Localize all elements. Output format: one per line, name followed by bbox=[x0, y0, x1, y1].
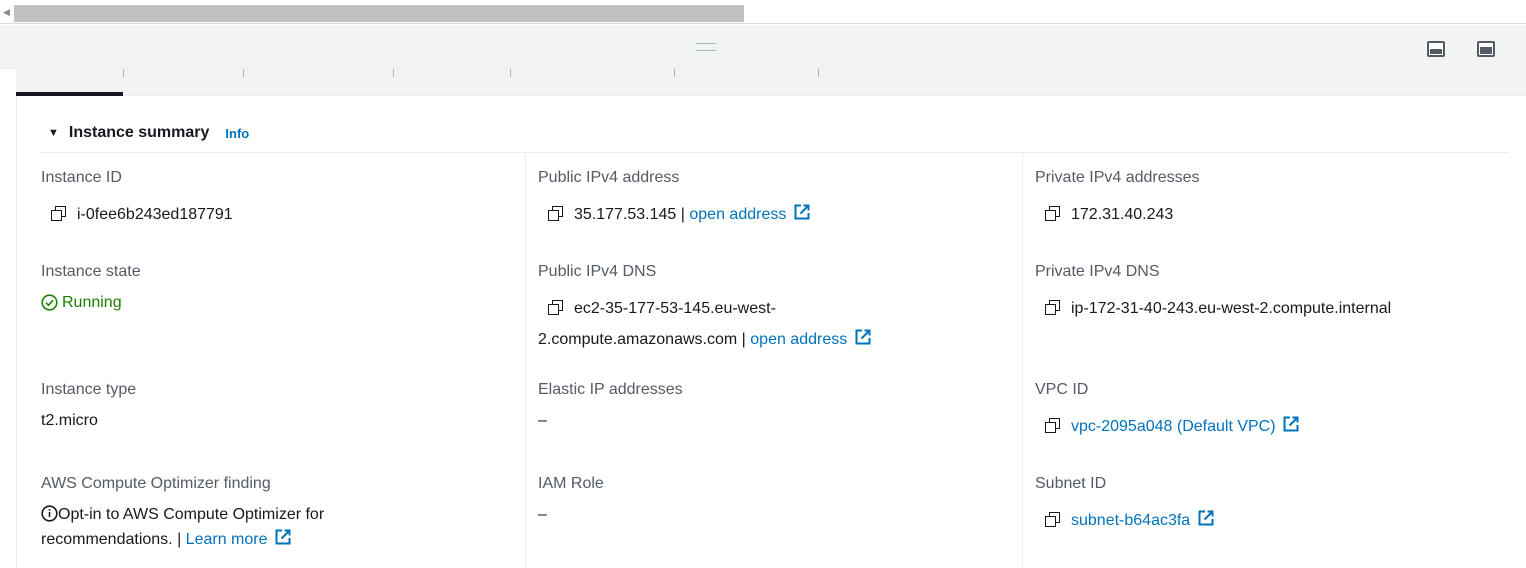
subnet-id-field: Subnet ID subnet-b64ac3fa bbox=[1035, 471, 1215, 533]
external-link-icon[interactable] bbox=[1282, 415, 1300, 433]
public-ip-value: 35.177.53.145 | bbox=[574, 206, 685, 223]
compute-optimizer-field: AWS Compute Optimizer finding Opt-in to … bbox=[41, 471, 324, 552]
vpc-id-field: VPC ID vpc-2095a048 (Default VPC) bbox=[1035, 377, 1300, 439]
external-link-icon[interactable] bbox=[274, 528, 292, 546]
instance-state-field: Instance state Running bbox=[41, 259, 141, 315]
external-link-icon[interactable] bbox=[1197, 509, 1215, 527]
tab-separator bbox=[393, 69, 394, 77]
vpc-id-link[interactable]: vpc-2095a048 (Default VPC) bbox=[1071, 418, 1276, 435]
field-label: Instance ID bbox=[41, 169, 122, 186]
private-ip-value: 172.31.40.243 bbox=[1071, 206, 1174, 223]
field-label: Private IPv4 addresses bbox=[1035, 169, 1200, 186]
details-tabs bbox=[16, 69, 1526, 96]
instance-id-value: i-0fee6b243ed187791 bbox=[77, 206, 233, 223]
caret-down-icon[interactable]: ▼ bbox=[48, 127, 59, 139]
divider bbox=[41, 152, 1508, 153]
panel-side-icon[interactable] bbox=[1477, 41, 1495, 57]
external-link-icon[interactable] bbox=[793, 203, 811, 221]
iam-role-value: – bbox=[538, 506, 547, 523]
iam-role-field: IAM Role – bbox=[538, 471, 604, 527]
private-ipv4-addresses-field: Private IPv4 addresses 172.31.40.243 bbox=[1035, 165, 1200, 227]
status-running: Running bbox=[41, 290, 141, 315]
copy-icon[interactable] bbox=[1045, 512, 1060, 527]
scroll-left-icon[interactable]: ◀ bbox=[3, 7, 10, 18]
instance-type-field: Instance type t2.micro bbox=[41, 377, 136, 433]
column-divider bbox=[525, 153, 526, 568]
learn-more-link[interactable]: Learn more bbox=[186, 531, 268, 548]
public-ipv4-address-field: Public IPv4 address 35.177.53.145 | open… bbox=[538, 165, 811, 227]
subnet-id-link[interactable]: subnet-b64ac3fa bbox=[1071, 512, 1190, 529]
instance-summary-panel: ▼ Instance summary Info Instance ID i-0f… bbox=[16, 96, 1526, 568]
external-link-icon[interactable] bbox=[854, 328, 872, 346]
copy-icon[interactable] bbox=[1045, 300, 1060, 315]
copy-icon[interactable] bbox=[51, 206, 66, 221]
elastic-ip-value: – bbox=[538, 412, 547, 429]
instance-type-value: t2.micro bbox=[41, 412, 98, 429]
private-ipv4-dns-field: Private IPv4 DNS ip-172-31-40-243.eu-wes… bbox=[1035, 259, 1391, 321]
tab-separator bbox=[510, 69, 511, 77]
field-label: Private IPv4 DNS bbox=[1035, 263, 1160, 280]
split-panel-header bbox=[0, 25, 1526, 69]
summary-title: Instance summary bbox=[68, 124, 210, 141]
info-circle-icon bbox=[41, 505, 58, 522]
field-label: AWS Compute Optimizer finding bbox=[41, 475, 271, 492]
tab-separator bbox=[818, 69, 819, 77]
optimizer-text-line1: Opt-in to AWS Compute Optimizer for bbox=[58, 506, 325, 523]
open-address-link[interactable]: open address bbox=[689, 206, 786, 223]
status-text: Running bbox=[62, 294, 122, 311]
copy-icon[interactable] bbox=[548, 300, 563, 315]
horizontal-scrollbar[interactable]: ◀ bbox=[0, 0, 1526, 24]
optimizer-text-line2: recommendations. | bbox=[41, 531, 182, 548]
field-label: IAM Role bbox=[538, 475, 604, 492]
open-address-link[interactable]: open address bbox=[750, 331, 847, 348]
field-label: Public IPv4 address bbox=[538, 169, 680, 186]
field-label: Instance state bbox=[41, 263, 141, 280]
field-label: VPC ID bbox=[1035, 381, 1089, 398]
public-ipv4-dns-field: Public IPv4 DNS ec2-35-177-53-145.eu-wes… bbox=[538, 259, 872, 352]
copy-icon[interactable] bbox=[1045, 206, 1060, 221]
public-dns-line1: ec2-35-177-53-145.eu-west- bbox=[574, 300, 776, 317]
column-divider bbox=[1022, 153, 1023, 568]
check-circle-icon bbox=[41, 294, 58, 311]
field-label: Elastic IP addresses bbox=[538, 381, 683, 398]
tab-separator bbox=[123, 69, 124, 77]
tab-separator bbox=[243, 69, 244, 77]
tab-separator bbox=[674, 69, 675, 77]
copy-icon[interactable] bbox=[1045, 418, 1060, 433]
info-link[interactable]: Info bbox=[225, 126, 249, 141]
elastic-ip-field: Elastic IP addresses – bbox=[538, 377, 683, 433]
copy-icon[interactable] bbox=[548, 206, 563, 221]
instance-id-field: Instance ID i-0fee6b243ed187791 bbox=[41, 165, 233, 227]
field-label: Public IPv4 DNS bbox=[538, 263, 657, 280]
summary-header[interactable]: ▼ Instance summary Info bbox=[48, 124, 249, 142]
drag-handle-icon[interactable] bbox=[696, 43, 716, 51]
panel-bottom-icon[interactable] bbox=[1427, 41, 1445, 57]
field-label: Instance type bbox=[41, 381, 137, 398]
private-dns-value: ip-172-31-40-243.eu-west-2.compute.inter… bbox=[1071, 300, 1392, 317]
public-dns-line2: 2.compute.amazonaws.com | bbox=[538, 331, 746, 348]
scrollbar-thumb[interactable] bbox=[14, 5, 744, 22]
field-label: Subnet ID bbox=[1035, 475, 1107, 492]
